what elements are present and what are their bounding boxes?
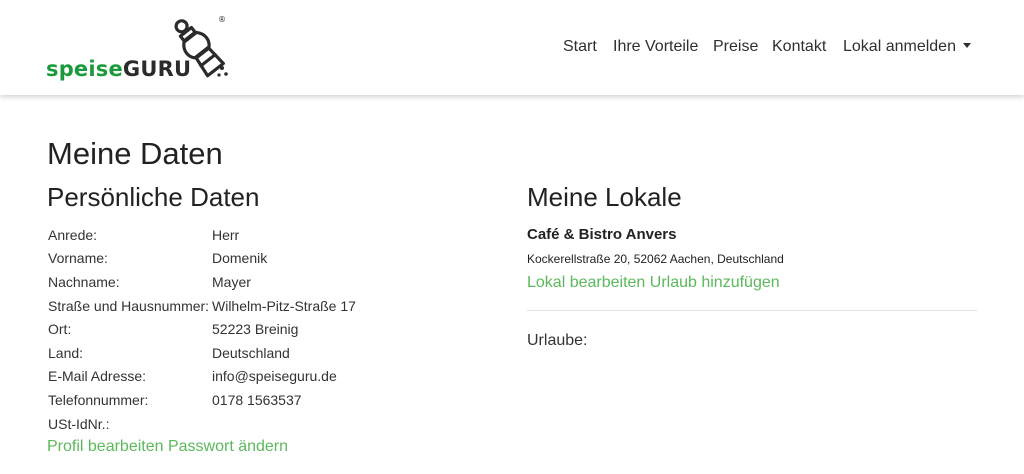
edit-profile-link[interactable]: Profil bearbeiten	[47, 438, 164, 455]
value-vorname: Domenik	[212, 250, 268, 266]
vacations-label: Urlaube:	[527, 332, 588, 349]
value-ort: 52223 Breinig	[212, 321, 299, 337]
nav-ihre-vorteile[interactable]: Ihre Vorteile	[613, 37, 698, 57]
edit-venue-link[interactable]: Lokal bearbeiten	[527, 274, 645, 291]
venue-address: Kockerellstraße 20, 52062 Aachen, Deutsc…	[527, 252, 784, 266]
label-strasse: Straße und Hausnummer:	[48, 298, 210, 314]
value-telefon: 0178 1563537	[212, 392, 302, 408]
nav-preise[interactable]: Preise	[713, 37, 758, 57]
page-title: Meine Daten	[47, 136, 223, 171]
label-email: E-Mail Adresse:	[48, 368, 147, 384]
label-anrede: Anrede:	[48, 227, 98, 243]
label-ort: Ort:	[48, 321, 72, 337]
nav-lokal-anmelden-label: Lokal anmelden	[843, 38, 956, 55]
venue-actions: Lokal bearbeiten Urlaub hinzufügen	[527, 273, 780, 293]
main-nav: Start Ihre Vorteile Preise Kontakt Lokal…	[0, 37, 1024, 59]
my-venues-heading: Meine Lokale	[527, 182, 682, 212]
value-nachname: Mayer	[212, 274, 251, 290]
label-telefon: Telefonnummer:	[48, 392, 149, 408]
profile-actions: Profil bearbeiten Passwort ändern	[47, 437, 288, 457]
value-email: info@speiseguru.de	[212, 368, 337, 384]
value-anrede: Herr	[212, 227, 240, 243]
top-navbar: speiseGURU ® Start Ihre Vorteile Preise …	[0, 0, 1024, 95]
label-nachname: Nachname:	[48, 274, 120, 290]
registered-mark: ®	[218, 15, 226, 24]
venue-name: Café & Bistro Anvers	[527, 226, 677, 243]
personal-data-heading: Persönliche Daten	[47, 182, 260, 212]
nav-lokal-anmelden-dropdown[interactable]: Lokal anmelden	[843, 37, 971, 57]
logo-text-speise: speise	[46, 57, 123, 81]
label-vorname: Vorname:	[48, 250, 108, 266]
label-ust-idnr: USt-IdNr.:	[48, 416, 110, 432]
caret-down-icon	[962, 43, 971, 48]
add-vacation-link[interactable]: Urlaub hinzufügen	[650, 274, 780, 291]
nav-kontakt[interactable]: Kontakt	[772, 37, 826, 57]
label-land: Land:	[48, 345, 84, 361]
value-strasse: Wilhelm-Pitz-Straße 17	[212, 298, 356, 314]
venue-divider	[527, 310, 977, 311]
change-password-link[interactable]: Passwort ändern	[168, 438, 288, 455]
nav-start[interactable]: Start	[563, 37, 597, 57]
value-land: Deutschland	[212, 345, 290, 361]
